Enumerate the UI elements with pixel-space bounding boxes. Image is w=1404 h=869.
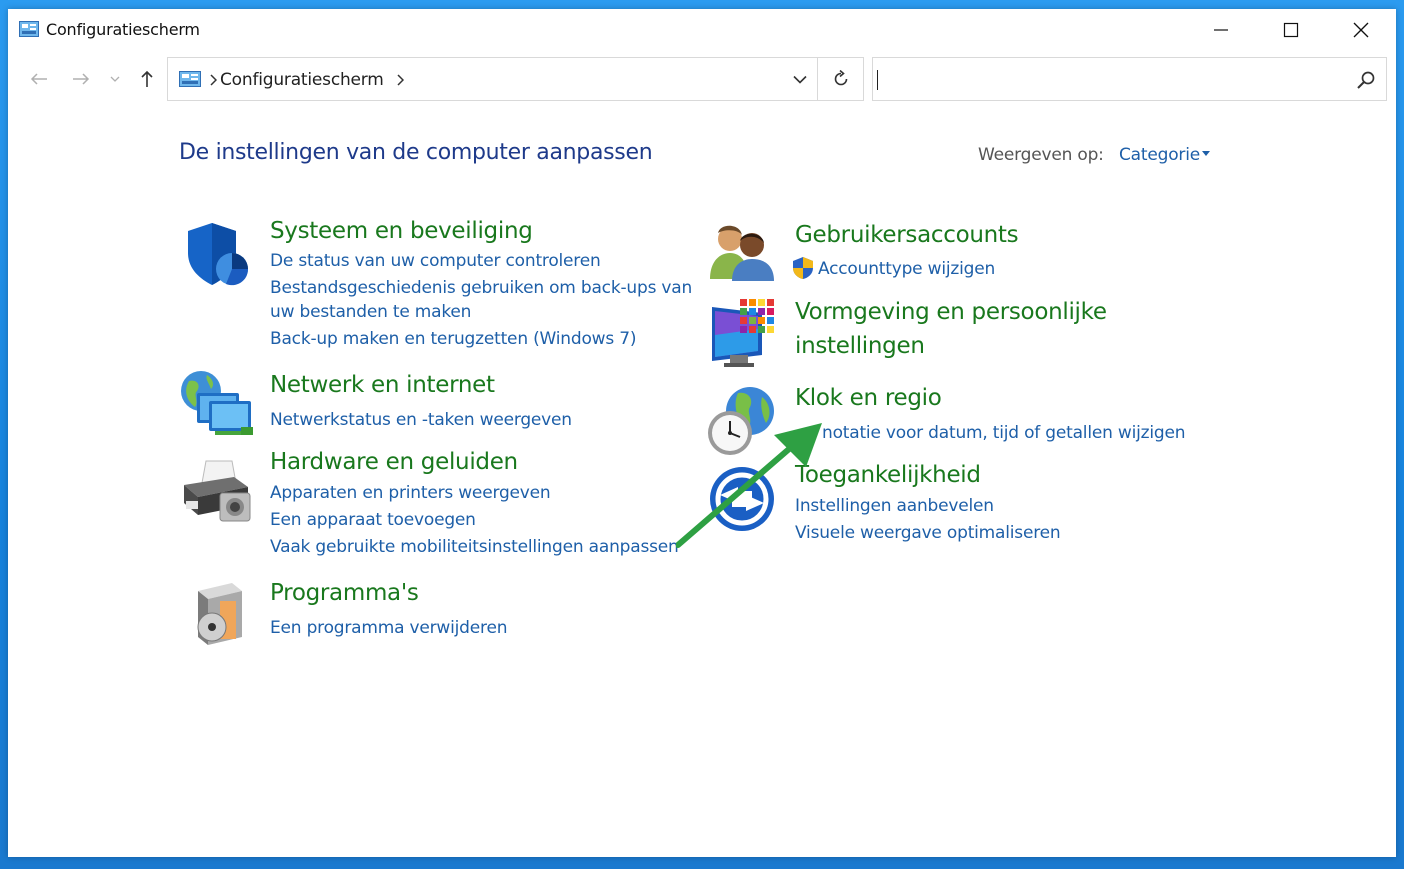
category-clock-region[interactable]: Klok en regio [795, 381, 942, 415]
close-button[interactable] [1338, 9, 1384, 51]
up-button[interactable] [132, 57, 162, 101]
search-input[interactable] [872, 57, 1387, 101]
link-file-history-cont[interactable]: uw bestanden te maken [270, 300, 471, 324]
window-title: Configuratiescherm [46, 20, 200, 39]
category-programs[interactable]: Programma's [270, 576, 419, 610]
forward-button[interactable] [66, 57, 96, 101]
link-file-history[interactable]: Bestandsgeschiedenis gebruiken om back-u… [270, 276, 692, 300]
programs-icon[interactable] [188, 581, 248, 647]
address-bar[interactable]: Configuratiescherm [167, 57, 864, 101]
breadcrumb-control-panel[interactable]: Configuratiescherm [220, 70, 384, 90]
arrow-right-icon [73, 73, 90, 85]
refresh-button[interactable] [817, 57, 864, 101]
category-hardware-sound[interactable]: Hardware en geluiden [270, 445, 518, 479]
arrow-up-icon [141, 70, 153, 87]
chevron-down-icon [110, 76, 120, 82]
category-network-internet[interactable]: Netwerk en internet [270, 368, 495, 402]
link-network-status[interactable]: Netwerkstatus en -taken weergeven [270, 408, 572, 432]
printer-icon[interactable] [180, 457, 252, 523]
chevron-right-icon[interactable] [209, 74, 217, 86]
caret-down-icon[interactable] [1202, 151, 1210, 156]
link-uninstall-program[interactable]: Een programma verwijderen [270, 616, 507, 640]
link-add-device[interactable]: Een apparaat toevoegen [270, 508, 476, 532]
chevron-right-icon[interactable] [396, 74, 404, 86]
link-backup-restore[interactable]: Back-up maken en terugzetten (Windows 7) [270, 327, 636, 351]
chevron-down-icon [793, 75, 807, 84]
link-devices-printers[interactable]: Apparaten en printers weergeven [270, 481, 551, 505]
minimize-icon [1214, 29, 1228, 31]
control-panel-icon [179, 71, 201, 87]
category-user-accounts[interactable]: Gebruikersaccounts [795, 218, 1019, 252]
shield-icon[interactable] [182, 221, 252, 289]
link-change-account-type[interactable]: Accounttype wijzigen [818, 257, 995, 281]
view-by-label: Weergeven op: [978, 145, 1104, 165]
category-system-security[interactable]: Systeem en beveiliging [270, 214, 533, 248]
text-caret [877, 70, 878, 90]
close-icon [1353, 22, 1369, 38]
control-panel-icon [19, 21, 39, 37]
link-date-time-format[interactable]: notatie voor datum, tijd of getallen wij… [822, 421, 1186, 445]
link-optimize-display[interactable]: Visuele weergave optimaliseren [795, 521, 1061, 545]
arrow-left-icon [30, 73, 47, 85]
back-button[interactable] [24, 57, 54, 101]
page-title: De instellingen van de computer aanpasse… [179, 140, 653, 165]
maximize-icon [1283, 22, 1299, 38]
link-mobility-settings[interactable]: Vaak gebruikte mobiliteitsinstellingen a… [270, 535, 679, 559]
search-icon[interactable] [1356, 70, 1376, 90]
control-panel-window: Configuratiescherm Configuratiescherm De… [8, 9, 1396, 857]
title-bar[interactable]: Configuratiescherm [8, 9, 1396, 51]
category-appearance[interactable]: Vormgeving en persoonlijke [795, 295, 1107, 329]
uac-shield-icon [793, 257, 813, 279]
link-check-status[interactable]: De status van uw computer controleren [270, 249, 601, 273]
address-history-button[interactable] [782, 58, 818, 100]
category-appearance-cont[interactable]: instellingen [795, 329, 925, 363]
refresh-icon [834, 70, 848, 86]
users-icon[interactable] [708, 221, 776, 283]
annotation-arrow-icon [676, 423, 822, 548]
appearance-icon[interactable] [710, 299, 780, 369]
recent-locations-button[interactable] [103, 57, 127, 101]
network-icon[interactable] [179, 369, 255, 439]
maximize-button[interactable] [1268, 9, 1314, 51]
minimize-button[interactable] [1198, 9, 1244, 51]
view-by-dropdown[interactable]: Categorie [1119, 145, 1200, 165]
